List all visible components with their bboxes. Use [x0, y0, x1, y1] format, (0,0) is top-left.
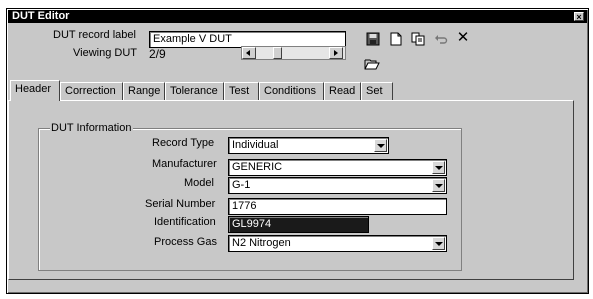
manufacturer-label: Manufacturer	[152, 158, 217, 170]
title-bar: DUT Editor ×	[8, 10, 587, 23]
scroll-left-button[interactable]	[242, 47, 256, 59]
process-gas-label: Process Gas	[154, 236, 217, 248]
record-type-label: Record Type	[152, 137, 215, 149]
tab-range[interactable]: Range	[123, 82, 165, 100]
manufacturer-dropdown-button[interactable]	[432, 161, 445, 174]
tab-tolerance[interactable]: Tolerance	[165, 82, 224, 100]
tab-test[interactable]: Test	[224, 82, 259, 100]
record-label-caption: DUT record label	[53, 29, 136, 41]
undo-icon[interactable]	[434, 32, 448, 46]
viewing-caption: Viewing DUT	[73, 47, 137, 59]
window-title: DUT Editor	[12, 10, 70, 22]
new-document-icon[interactable]	[389, 32, 403, 46]
viewing-counter: 2/9	[149, 47, 166, 61]
record-type-dropdown-button[interactable]	[374, 139, 387, 152]
record-scrollbar[interactable]	[241, 46, 346, 60]
process-gas-dropdown-button[interactable]	[432, 237, 445, 250]
process-gas-value: N2 Nitrogen	[232, 237, 291, 249]
scroll-thumb[interactable]	[273, 47, 282, 59]
model-dropdown-button[interactable]	[432, 179, 445, 192]
record-type-value: Individual	[232, 139, 279, 151]
open-folder-icon[interactable]	[364, 57, 380, 71]
model-label: Model	[184, 177, 214, 189]
identification-input[interactable]: GL9974	[228, 216, 369, 233]
process-gas-select[interactable]: N2 Nitrogen	[228, 235, 447, 252]
manufacturer-select[interactable]: GENERIC	[228, 159, 447, 176]
scroll-right-button[interactable]	[329, 47, 343, 59]
tab-conditions[interactable]: Conditions	[259, 82, 324, 100]
tab-set[interactable]: Set	[361, 82, 393, 100]
serial-number-label: Serial Number	[145, 198, 216, 210]
dut-information-title: DUT Information	[50, 122, 133, 134]
identification-label: Identification	[154, 216, 216, 228]
model-select[interactable]: G-1	[228, 177, 447, 194]
model-value: G-1	[232, 179, 251, 191]
tab-read[interactable]: Read	[324, 82, 361, 100]
serial-number-input[interactable]: 1776	[228, 198, 447, 215]
copy-icon[interactable]	[411, 32, 425, 46]
record-type-select[interactable]: Individual	[228, 137, 389, 154]
window-close-button[interactable]: ×	[574, 12, 584, 22]
manufacturer-value: GENERIC	[232, 161, 283, 173]
save-icon[interactable]	[366, 32, 380, 46]
tab-correction[interactable]: Correction	[60, 82, 123, 100]
tab-header[interactable]: Header	[10, 80, 60, 101]
delete-icon[interactable]: ✕	[456, 30, 470, 45]
